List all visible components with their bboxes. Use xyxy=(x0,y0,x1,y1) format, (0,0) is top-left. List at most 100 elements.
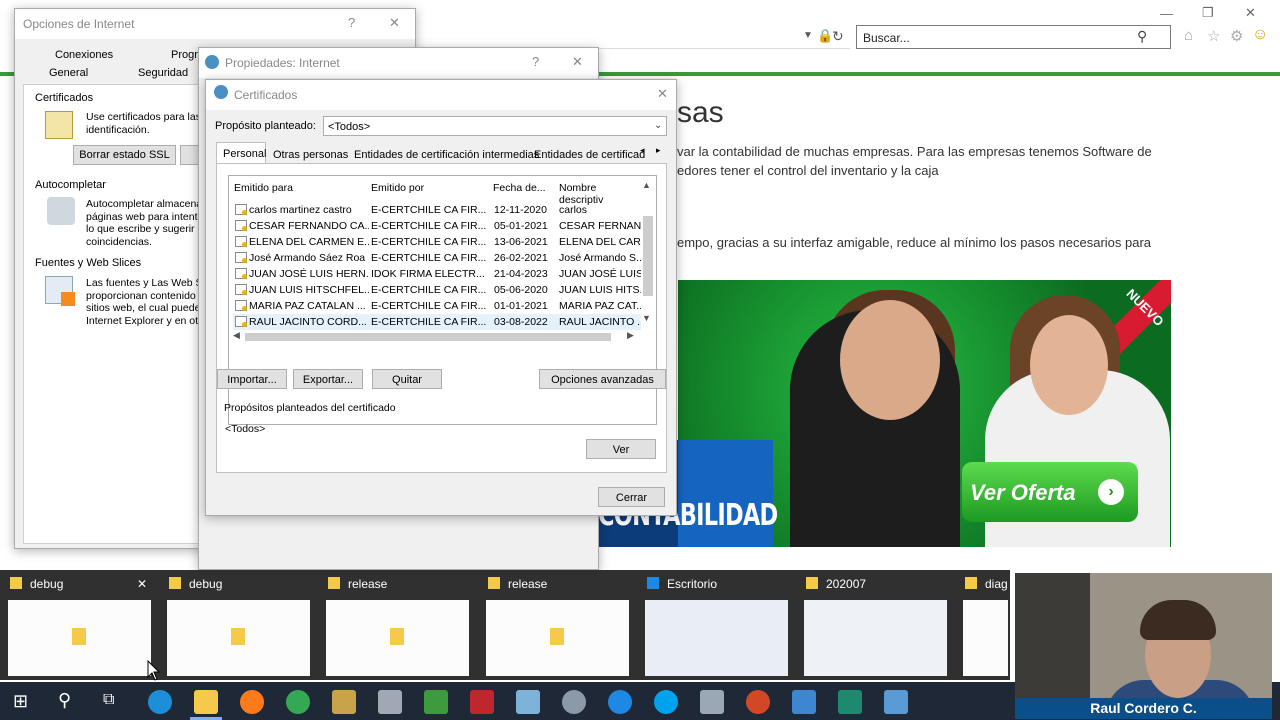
table-row[interactable]: MARIA PAZ CATALAN ... E-CERTCHILE CA FIR… xyxy=(233,298,641,314)
scroll-up-icon[interactable]: ▲ xyxy=(642,180,651,190)
home-icon[interactable]: ⌂ xyxy=(1184,27,1193,44)
cell-emitido-por: E-CERTCHILE CA FIR... xyxy=(371,220,486,232)
app-icon[interactable] xyxy=(332,690,356,714)
autocompletar-line-3: lo que escribe y sugerir p xyxy=(86,223,204,235)
table-row[interactable]: JUAN LUIS HITSCHFEL... E-CERTCHILE CA FI… xyxy=(233,282,641,298)
quitar-button[interactable]: Quitar xyxy=(372,369,442,389)
switcher-close-icon[interactable]: ✕ xyxy=(137,577,147,591)
table-row[interactable]: CESAR FERNANDO CA... E-CERTCHILE CA FIR.… xyxy=(233,218,641,234)
ver-button[interactable]: Ver xyxy=(586,439,656,459)
close-button[interactable]: ✕ xyxy=(572,54,583,70)
help-button[interactable]: ? xyxy=(348,15,355,30)
search-icon[interactable]: ⚲ xyxy=(58,690,71,711)
table-row[interactable]: JUAN JOSÉ LUIS HERN... IDOK FIRMA ELECTR… xyxy=(233,266,641,282)
search-icon[interactable]: ⚲ xyxy=(1137,28,1147,45)
chrome-icon[interactable] xyxy=(286,690,310,714)
filezilla-icon[interactable] xyxy=(470,690,494,714)
table-row[interactable]: ELENA DEL CARMEN E... E-CERTCHILE CA FIR… xyxy=(233,234,641,250)
scroll-down-icon[interactable]: ▼ xyxy=(642,313,651,323)
firefox-icon[interactable] xyxy=(240,690,264,714)
switcher-thumbnail[interactable] xyxy=(326,600,469,676)
switcher-label: release xyxy=(508,577,548,591)
tab-entidades-intermedias[interactable]: Entidades de certificación intermedias xyxy=(354,149,539,161)
help-button[interactable]: ? xyxy=(532,54,539,69)
certificados-line-1: Use certificados para las xyxy=(86,111,201,123)
borrar-ssl-button[interactable]: Borrar estado SSL xyxy=(73,145,176,165)
webcam-name-label: Raul Cordero C. xyxy=(1015,698,1272,719)
search-input[interactable]: Buscar... xyxy=(856,25,1171,49)
page-heading: sas xyxy=(677,96,724,129)
tab-scroll-left-icon[interactable]: ◂ xyxy=(640,145,645,156)
app-icon[interactable] xyxy=(792,690,816,714)
gear-icon[interactable]: ⚙ xyxy=(1230,27,1243,45)
app-icon[interactable] xyxy=(378,690,402,714)
folder-icon xyxy=(328,577,340,589)
folder-icon xyxy=(806,577,818,589)
table-row-selected[interactable]: RAUL JACINTO CORD... E-CERTCHILE CA FIR.… xyxy=(233,314,641,330)
certificados-button-partial[interactable] xyxy=(180,145,200,165)
tab-seguridad[interactable]: Seguridad xyxy=(138,67,188,79)
refresh-icon[interactable]: ↻ xyxy=(832,28,844,45)
certificados-text: Use certificados para las identificación… xyxy=(86,111,201,136)
cell-nombre: JUAN JOSÉ LUIS... xyxy=(559,268,641,280)
table-row[interactable]: José Armando Sáez Roa E-CERTCHILE CA FIR… xyxy=(233,250,641,266)
folder-icon xyxy=(10,577,22,589)
horizontal-scrollbar-thumb[interactable] xyxy=(245,333,611,341)
scroll-right-icon[interactable]: ▶ xyxy=(627,330,634,341)
scroll-left-icon[interactable]: ◀ xyxy=(233,330,240,341)
ver-oferta-button[interactable]: Ver Oferta › xyxy=(962,462,1138,522)
folder-icon xyxy=(231,628,245,645)
close-button[interactable]: ✕ xyxy=(389,15,400,31)
vertical-scrollbar-thumb[interactable] xyxy=(643,216,653,296)
favorites-icon[interactable]: ☆ xyxy=(1207,27,1220,45)
opciones-avanzadas-button[interactable]: Opciones avanzadas xyxy=(539,369,666,389)
table-row[interactable]: carlos martinez castro E-CERTCHILE CA FI… xyxy=(233,202,641,218)
app-icon[interactable] xyxy=(562,690,586,714)
cell-emitido-por: E-CERTCHILE CA FIR... xyxy=(371,252,486,264)
app-icon[interactable] xyxy=(838,690,862,714)
tab-otras-personas[interactable]: Otras personas xyxy=(273,149,348,161)
list-header: Emitido para Emitido por Fecha de... Nom… xyxy=(229,176,641,206)
col-emitido-por[interactable]: Emitido por xyxy=(371,182,424,194)
switcher-thumbnail[interactable] xyxy=(804,600,947,676)
powerpoint-icon[interactable] xyxy=(746,690,770,714)
switcher-thumbnail[interactable] xyxy=(8,600,151,676)
col-fecha[interactable]: Fecha de... xyxy=(493,182,546,194)
tab-scroll-right-icon[interactable]: ▸ xyxy=(656,145,661,156)
smiley-icon[interactable]: ☺ xyxy=(1252,26,1268,44)
skype-icon[interactable] xyxy=(654,690,678,714)
switcher-thumbnail[interactable] xyxy=(963,600,1008,676)
tab-entidades-raiz[interactable]: Entidades de certificad xyxy=(534,149,645,161)
exportar-button[interactable]: Exportar... xyxy=(293,369,363,389)
edge-icon[interactable] xyxy=(148,690,172,714)
switcher-thumbnail[interactable] xyxy=(167,600,310,676)
app-icon[interactable] xyxy=(884,690,908,714)
tab-conexiones[interactable]: Conexiones xyxy=(55,49,113,61)
close-button[interactable]: ✕ xyxy=(1245,5,1256,21)
search-placeholder: Buscar... xyxy=(863,31,910,45)
file-explorer-icon[interactable] xyxy=(194,690,218,714)
switcher-thumbnail[interactable] xyxy=(486,600,629,676)
spreadsheet-icon[interactable] xyxy=(424,690,448,714)
minimize-button[interactable]: — xyxy=(1160,6,1173,21)
importar-button[interactable]: Importar... xyxy=(217,369,287,389)
certificate-icon xyxy=(45,111,73,139)
address-dropdown-icon[interactable]: ▼ xyxy=(803,30,813,41)
tab-general[interactable]: General xyxy=(49,67,88,79)
internet-explorer-icon[interactable] xyxy=(608,690,632,714)
restore-button[interactable]: ❐ xyxy=(1202,5,1214,21)
cell-fecha: 21-04-2023 xyxy=(494,268,548,280)
switcher-thumbnail[interactable] xyxy=(645,600,788,676)
close-button[interactable]: ✕ xyxy=(657,86,668,102)
windows-start-icon[interactable]: ⊞ xyxy=(13,691,28,712)
autocomplete-icon xyxy=(47,197,75,225)
cerrar-button[interactable]: Cerrar xyxy=(598,487,665,507)
tab-personal[interactable]: Personal xyxy=(216,142,266,164)
app-icon[interactable] xyxy=(516,690,540,714)
calculator-icon[interactable] xyxy=(700,690,724,714)
address-bar[interactable] xyxy=(420,25,850,49)
proposito-select[interactable]: <Todos> ⌄ xyxy=(323,116,667,136)
tab-programas[interactable]: Progr xyxy=(171,49,198,61)
col-emitido-para[interactable]: Emitido para xyxy=(234,182,293,194)
task-view-icon[interactable]: ⧉ xyxy=(103,691,114,709)
